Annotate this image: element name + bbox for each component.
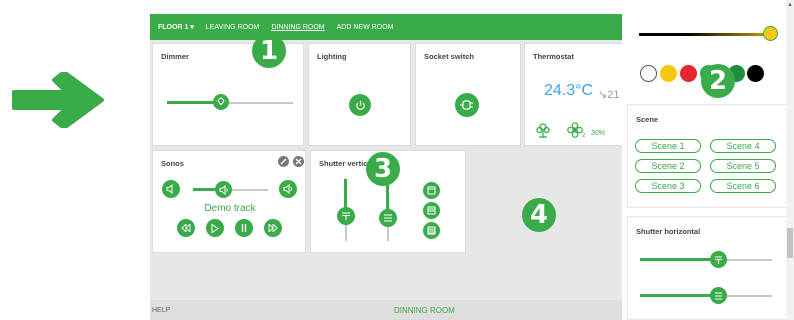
thermostat-card: Thermostat 24.3°C ↘21 2 30%: [524, 43, 622, 146]
power-icon: [355, 100, 365, 110]
socket-switch-card: Socket switch: [415, 43, 521, 146]
temperature-readout: 24.3°C: [544, 82, 594, 99]
nav-leaving-room[interactable]: LEAVING ROOM: [206, 24, 260, 31]
scene-panel: Scene Scene 1 Scene 4 Scene 2 Scene 5 Sc…: [627, 104, 791, 208]
volume-down-button[interactable]: [162, 180, 180, 198]
callout-3: 3: [366, 152, 400, 186]
shutter-h2-handle[interactable]: [710, 287, 727, 304]
shutter-half-icon: [427, 206, 436, 215]
shutter-icon: [342, 212, 350, 220]
scene-1-button[interactable]: Scene 1: [635, 139, 701, 153]
plug-icon: [460, 100, 473, 110]
pencil-icon: [280, 158, 287, 165]
shutter-h2-fill: [640, 294, 716, 297]
sonos-title: Sonos: [161, 159, 184, 168]
lighting-card: Lighting: [308, 43, 411, 146]
close-icon: [295, 158, 302, 165]
scrollbar[interactable]: ▲: [786, 0, 794, 320]
lighting-title: Lighting: [317, 52, 347, 61]
volume-up-button[interactable]: [279, 180, 297, 198]
volume-slider-handle[interactable]: [215, 181, 232, 198]
shutter-closed-icon: [427, 226, 436, 235]
pause-button[interactable]: [235, 219, 253, 237]
scene-5-button[interactable]: Scene 5: [710, 159, 776, 173]
edit-button[interactable]: [278, 156, 289, 167]
callout-4: 4: [522, 198, 556, 232]
sonos-card: Sonos Demo track: [152, 150, 306, 253]
thermostat-title: Thermostat: [533, 52, 574, 61]
humidity-value: 30%: [591, 130, 606, 137]
scroll-up-arrow[interactable]: ▲: [787, 2, 793, 8]
fan-speed: 2: [582, 133, 586, 139]
shutter-half-button[interactable]: [423, 202, 440, 219]
next-icon: [268, 224, 278, 232]
shutter-h1-handle[interactable]: [710, 251, 727, 268]
shutter-horizontal-panel: Shutter horizontal: [627, 216, 791, 320]
track-name: Demo track: [204, 203, 256, 214]
shutter-open-icon: [427, 186, 436, 195]
play-button[interactable]: [206, 219, 224, 237]
shutter-horizontal-title: Shutter horizontal: [636, 227, 701, 236]
next-button[interactable]: [264, 219, 282, 237]
shutter-open-button[interactable]: [423, 182, 440, 199]
brightness-gradient-slider[interactable]: [639, 33, 773, 36]
speaker-low-icon: [166, 184, 173, 194]
callout-2: 2: [701, 64, 735, 98]
color-swatch-black[interactable]: [747, 65, 764, 82]
current-room-label: DINNING ROOM: [394, 306, 455, 315]
floor-selector[interactable]: FLOOR 1 ▾: [158, 23, 194, 31]
plant-icon: [536, 123, 550, 138]
socket-toggle-button[interactable]: [455, 93, 479, 117]
nav-dinning-room[interactable]: DINNING ROOM: [271, 24, 324, 31]
socket-switch-title: Socket switch: [424, 52, 475, 61]
dimmer-slider-handle[interactable]: [213, 94, 229, 110]
lightbulb-icon: [216, 97, 226, 105]
scene-2-button[interactable]: Scene 2: [635, 159, 701, 173]
dimmer-title: Dimmer: [161, 52, 189, 61]
target-temperature: ↘21: [598, 89, 620, 101]
brightness-slider-handle[interactable]: [763, 26, 778, 41]
play-icon: [211, 223, 219, 233]
color-swatch-yellow[interactable]: [660, 65, 677, 82]
room-nav-bar: FLOOR 1 ▾ LEAVING ROOM DINNING ROOM ADD …: [150, 14, 622, 40]
color-swatch-red[interactable]: [680, 65, 697, 82]
previous-icon: [181, 224, 191, 232]
speaker-icon: [219, 184, 228, 195]
pause-icon: [241, 224, 247, 232]
callout-1: 1: [252, 34, 286, 68]
shutter-close-button[interactable]: [423, 222, 440, 239]
close-button[interactable]: [293, 156, 304, 167]
help-link[interactable]: HELP: [152, 307, 170, 314]
footer-bar: HELP DINNING ROOM: [150, 300, 622, 320]
scene-4-button[interactable]: Scene 4: [710, 139, 776, 153]
color-swatch-white[interactable]: [640, 65, 657, 82]
shutter-stop-icon: [715, 292, 722, 299]
shutter-left-handle[interactable]: [337, 207, 355, 225]
previous-button[interactable]: [177, 219, 195, 237]
shutter-right-handle[interactable]: [379, 209, 397, 227]
arrow-right-icon: [12, 72, 104, 128]
scene-title: Scene: [636, 115, 659, 124]
power-button[interactable]: [349, 94, 371, 116]
scene-6-button[interactable]: Scene 6: [710, 179, 776, 193]
shutter-stop-icon: [384, 214, 392, 222]
scene-3-button[interactable]: Scene 3: [635, 179, 701, 193]
shutter-icon: [715, 256, 722, 264]
fan-icon: [567, 122, 583, 138]
nav-add-new-room[interactable]: ADD NEW ROOM: [337, 24, 394, 31]
speaker-high-icon: [283, 184, 292, 194]
scrollbar-thumb[interactable]: [787, 228, 793, 258]
shutter-h1-fill: [640, 258, 720, 261]
